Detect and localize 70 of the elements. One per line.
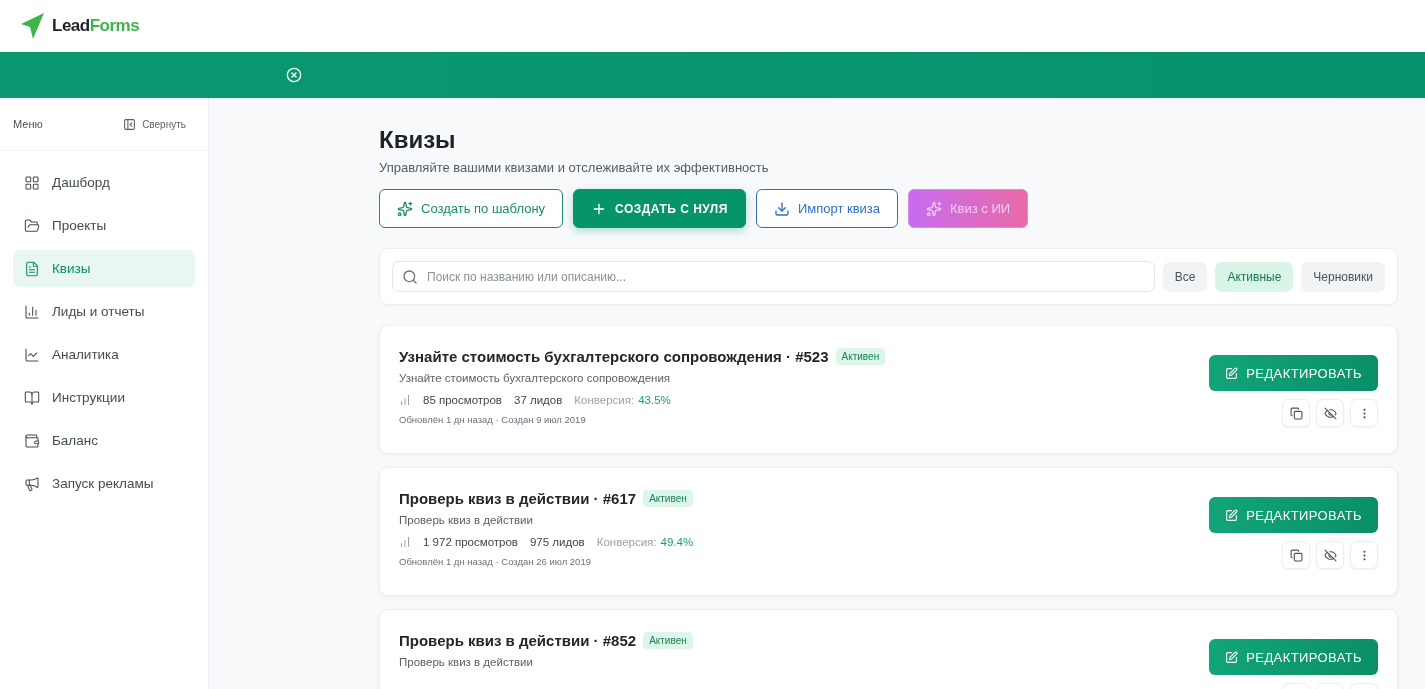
views-count: 1 972 просмотров: [423, 536, 518, 548]
logo: LeadForms: [20, 12, 140, 40]
quiz-title: Проверь квиз в действии · #617: [399, 490, 637, 507]
leads-count: 975 лидов: [529, 536, 585, 548]
sidebar-item[interactable]: Инструкции: [13, 379, 195, 416]
status-badge: Активен: [643, 632, 693, 649]
page-title: Квизы: [379, 126, 457, 154]
edit-button[interactable]: РЕДАКТИРОВАТЬ: [1209, 639, 1378, 675]
eye-off-icon: [1323, 406, 1337, 420]
collapse-button[interactable]: Свернуть: [123, 117, 186, 131]
copy-button[interactable]: [1282, 541, 1310, 569]
copy-button[interactable]: [1282, 399, 1310, 427]
page-subtitle: Управляйте вашими квизами и отслеживайте их эффективность: [379, 160, 770, 175]
download-icon: [773, 200, 790, 217]
collapse-panel-icon: [123, 117, 137, 131]
grid-icon: [24, 174, 40, 191]
edit-button[interactable]: РЕДАКТИРОВАТЬ: [1209, 355, 1378, 391]
action-button[interactable]: Создать по шаблону: [379, 189, 564, 228]
edit-icon: [1225, 366, 1239, 380]
book-icon: [24, 389, 40, 406]
megaphone-icon: [24, 475, 40, 492]
quiz-description: Проверь квиз в действии: [399, 656, 534, 668]
quiz-title: Узнайте стоимость бухгалтерского сопровождения · #523: [399, 348, 829, 365]
sidebar-item[interactable]: Лиды и отчеты: [13, 293, 195, 330]
close-icon[interactable]: [286, 67, 302, 83]
document-icon: [24, 260, 40, 277]
leads-count: 37 лидов: [514, 394, 563, 406]
hide-button[interactable]: [1316, 399, 1344, 427]
quiz-dates: Обновлён 1 дн назад · Создан 26 июл 2019: [399, 556, 592, 567]
conversion-value: 43.5%: [638, 394, 671, 406]
edit-button[interactable]: РЕДАКТИРОВАТЬ: [1209, 497, 1378, 533]
search-field[interactable]: Поиск по названию или описанию...: [392, 261, 1155, 292]
sidebar-item[interactable]: Баланс: [13, 422, 195, 459]
conversion-value: 49.4%: [660, 536, 694, 548]
hide-button[interactable]: [1316, 541, 1344, 569]
edit-icon: [1225, 650, 1239, 664]
status-badge: Активен: [643, 490, 693, 507]
quiz-description: Узнайте стоимость бухгалтерского сопровождения: [399, 372, 672, 384]
action-button[interactable]: СОЗДАТЬ С НУЛЯ: [573, 189, 746, 228]
copy-icon: [1289, 406, 1303, 420]
folder-icon: [24, 217, 40, 234]
filter-tab[interactable]: Активные: [1215, 261, 1294, 292]
action-button[interactable]: Импорт квиза: [755, 189, 898, 228]
status-badge: Активен: [835, 348, 886, 365]
sparkles-icon: [397, 200, 413, 217]
bar-chart-icon: [24, 303, 40, 320]
sidebar-item[interactable]: Запуск рекламы: [13, 465, 195, 502]
sidebar-item[interactable]: Дашборд: [13, 164, 195, 201]
edit-icon: [1225, 508, 1239, 522]
wallet-icon: [24, 432, 40, 449]
sidebar-item[interactable]: Проекты: [13, 207, 195, 244]
conversion-label: Конверсия:: [596, 536, 657, 548]
stats-icon: [399, 536, 411, 548]
filter-tab[interactable]: Черновики: [1301, 261, 1385, 292]
sidebar-item[interactable]: Квизы: [13, 250, 195, 287]
copy-icon: [1289, 548, 1303, 562]
paper-plane-icon: [20, 12, 46, 40]
eye-off-icon: [1323, 548, 1337, 562]
conversion-label: Конверсия:: [574, 394, 635, 406]
quiz-title: Проверь квиз в действии · #852: [399, 632, 637, 649]
filter-tab[interactable]: Все: [1162, 261, 1208, 292]
menu-title: Меню: [13, 118, 43, 130]
sparkle-icon: [926, 200, 942, 217]
views-count: 85 просмотров: [423, 394, 502, 406]
quiz-description: Проверь квиз в действии: [399, 514, 534, 526]
search-icon: [402, 269, 418, 285]
line-chart-icon: [24, 346, 40, 363]
stats-icon: [399, 394, 411, 406]
sidebar-item[interactable]: Аналитика: [13, 336, 195, 373]
quiz-dates: Обновлён 1 дн назад · Создан 9 июл 2019: [399, 414, 587, 425]
